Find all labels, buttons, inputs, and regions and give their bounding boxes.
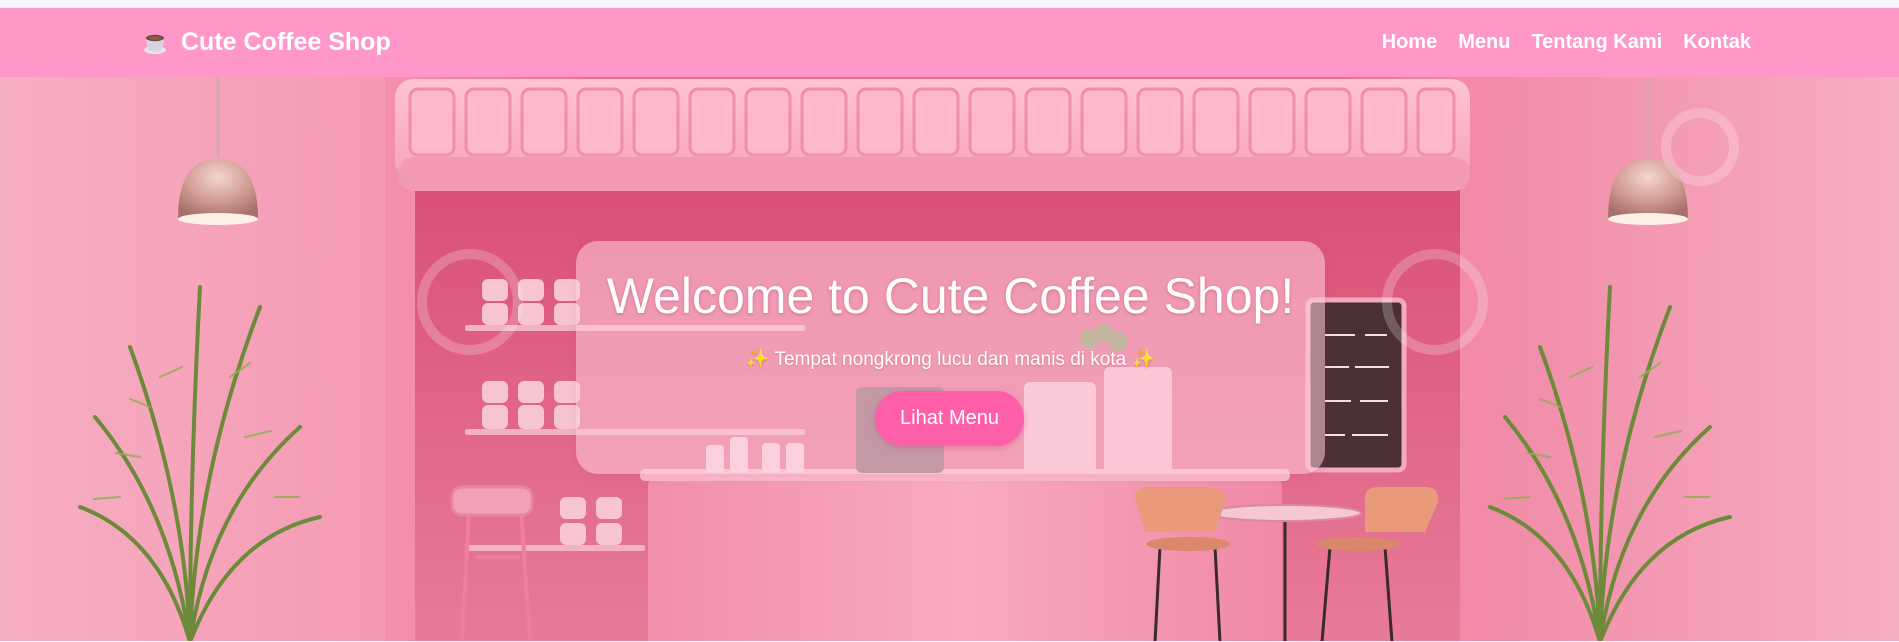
brand-title: Cute Coffee Shop xyxy=(181,28,391,56)
hero-subtitle: Tempat nongkrong lucu dan manis di kota xyxy=(774,349,1127,370)
nav-link-home[interactable]: Home xyxy=(1382,31,1438,54)
brand-link[interactable]: Cute Coffee Shop xyxy=(143,8,391,77)
hero-title: Welcome to Cute Coffee Shop! xyxy=(606,268,1295,324)
nav-link-kontak[interactable]: Kontak xyxy=(1683,31,1751,54)
browser-top-line xyxy=(0,0,1899,8)
sparkles-icon: ✨ xyxy=(745,349,770,370)
hero-card: Welcome to Cute Coffee Shop! ✨ Tempat no… xyxy=(576,241,1325,474)
hero-section: Welcome to Cute Coffee Shop! ✨ Tempat no… xyxy=(0,77,1899,642)
hero-subtitle-row: ✨ Tempat nongkrong lucu dan manis di kot… xyxy=(576,347,1325,371)
nav-links: Home Menu Tentang Kami Kontak xyxy=(1382,8,1751,77)
sparkles-icon: ✨ xyxy=(1131,349,1156,370)
navbar: Cute Coffee Shop Home Menu Tentang Kami … xyxy=(0,8,1899,77)
coffee-cup-icon xyxy=(143,30,167,56)
lihat-menu-button[interactable]: Lihat Menu xyxy=(875,391,1024,446)
nav-link-menu[interactable]: Menu xyxy=(1458,31,1510,54)
nav-link-tentang-kami[interactable]: Tentang Kami xyxy=(1531,31,1662,54)
